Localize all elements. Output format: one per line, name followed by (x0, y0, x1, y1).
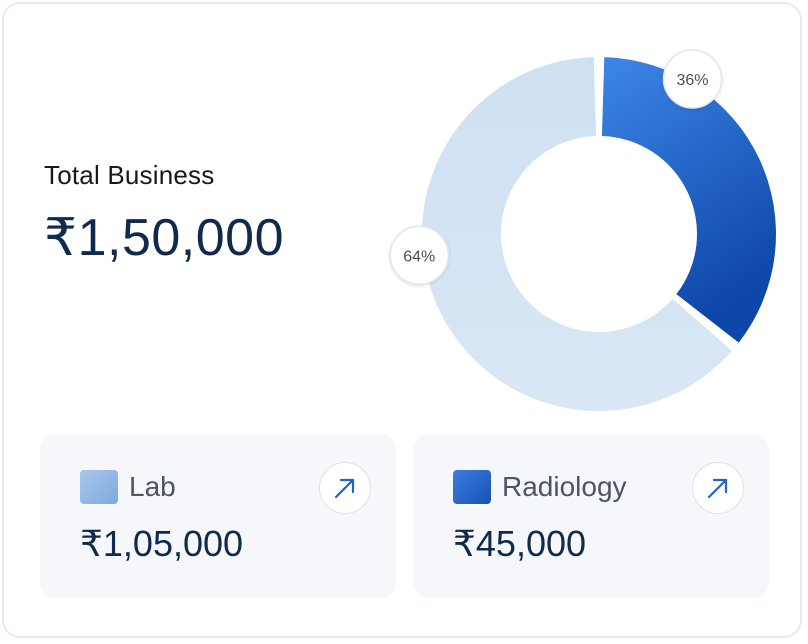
business-donut-chart: 36% 64% (389, 49, 776, 411)
lab-tile-value: ₹1,05,000 (80, 523, 244, 564)
radiology-open-button[interactable] (692, 462, 744, 514)
lab-color-swatch (80, 470, 118, 504)
lab-open-button[interactable] (319, 462, 371, 514)
radiology-tile-value: ₹45,000 (453, 523, 587, 564)
percent-badge-radiology: 36% (662, 49, 723, 109)
radiology-color-swatch (453, 470, 491, 504)
arrow-up-right-icon (334, 478, 355, 499)
lab-tile-name: Lab (129, 471, 176, 502)
percent-label-radiology: 36% (676, 72, 708, 89)
percent-badge-lab: 64% (389, 225, 450, 286)
arrow-up-right-icon (707, 478, 728, 499)
radiology-tile[interactable]: Radiology ₹45,000 (413, 434, 769, 598)
lab-tile[interactable]: Lab ₹1,05,000 (40, 434, 396, 598)
percent-label-lab: 64% (403, 248, 435, 265)
radiology-tile-name: Radiology (502, 471, 627, 502)
